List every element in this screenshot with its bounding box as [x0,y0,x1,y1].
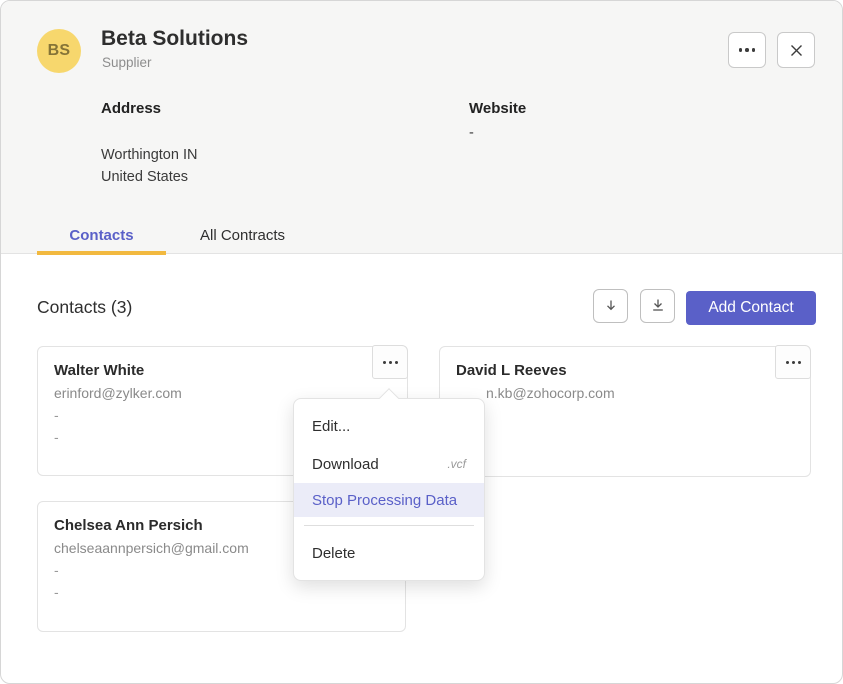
address-line [101,122,197,144]
more-horizontal-icon [383,361,398,364]
menu-item-download[interactable]: Download .vcf [294,445,484,483]
close-button[interactable] [777,32,815,68]
address-line: Worthington IN [101,144,197,166]
page-title: Beta Solutions [101,27,248,51]
panel-header: BS Beta Solutions Supplier Address Worth… [1,1,842,254]
contact-email: n.kb@zohocorp.com [456,383,794,404]
tab-all-contracts-label: All Contracts [200,227,285,244]
contact-more-button[interactable] [775,345,811,379]
contact-card: David L Reeves n.kb@zohocorp.com [439,346,811,477]
tab-all-contracts[interactable]: All Contracts [196,217,289,254]
tab-contacts[interactable]: Contacts [37,217,166,254]
tab-contacts-label: Contacts [69,227,133,244]
menu-item-download-filetype: .vcf [447,457,466,471]
menu-item-delete[interactable]: Delete [294,534,484,572]
header-more-options-button[interactable] [728,32,766,68]
add-contact-button[interactable]: Add Contact [686,291,816,325]
menu-item-stop-processing-data[interactable]: Stop Processing Data [294,483,484,517]
contact-extra: - [54,581,389,603]
website-label: Website [469,100,526,117]
contact-more-button[interactable] [372,345,408,379]
menu-divider [304,525,474,526]
arrow-down-icon [603,298,619,314]
close-icon [789,43,804,58]
more-horizontal-icon [739,48,756,52]
sort-download-button[interactable] [593,289,628,323]
address-field: Address Worthington IN United States [101,100,197,188]
contact-name: David L Reeves [456,361,794,380]
record-type-label: Supplier [102,55,152,70]
menu-item-download-label: Download [312,456,379,473]
website-value: - [469,122,526,144]
supplier-detail-panel: BS Beta Solutions Supplier Address Worth… [0,0,843,684]
download-tray-icon [650,298,666,314]
address-label: Address [101,100,197,117]
contacts-section-heading: Contacts (3) [37,297,132,318]
website-field: Website - [469,100,526,144]
export-download-button[interactable] [640,289,675,323]
more-horizontal-icon [786,361,801,364]
menu-item-edit[interactable]: Edit... [294,407,484,445]
contact-context-menu: Edit... Download .vcf Stop Processing Da… [293,398,485,581]
avatar: BS [37,29,81,73]
address-line: United States [101,166,197,188]
contact-name: Walter White [54,361,391,380]
